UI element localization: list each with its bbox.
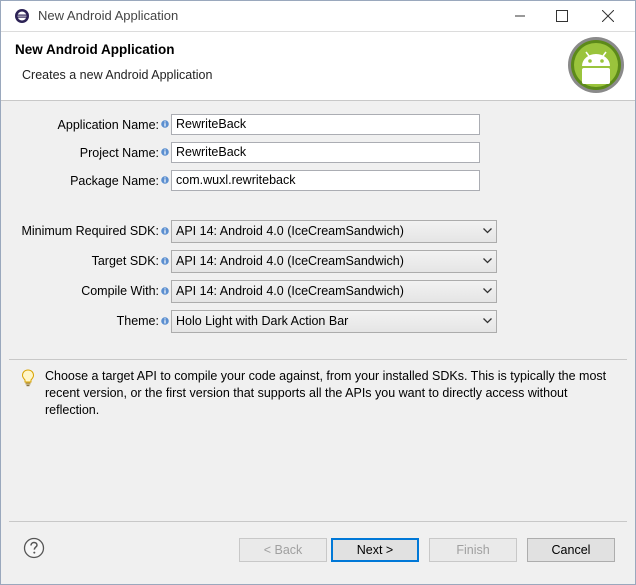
compile-with-value: API 14: Android 4.0 (IceCreamSandwich) bbox=[176, 284, 404, 298]
minimize-icon bbox=[515, 15, 525, 17]
maximize-icon bbox=[556, 10, 568, 22]
info-icon bbox=[161, 257, 169, 265]
target-sdk-label: Target SDK: bbox=[91, 254, 159, 268]
info-icon bbox=[161, 176, 169, 184]
hint-text: Choose a target API to compile your code… bbox=[45, 369, 607, 417]
app-name-input[interactable]: RewriteBack bbox=[171, 114, 480, 135]
project-name-input[interactable]: RewriteBack bbox=[171, 142, 480, 163]
info-icon bbox=[161, 287, 169, 295]
project-name-row: Project Name: RewriteBack bbox=[1, 142, 635, 164]
finish-button[interactable]: Finish bbox=[429, 538, 517, 562]
chevron-down-icon bbox=[483, 258, 492, 264]
target-sdk-value: API 14: Android 4.0 (IceCreamSandwich) bbox=[176, 254, 404, 268]
min-sdk-value: API 14: Android 4.0 (IceCreamSandwich) bbox=[176, 224, 404, 238]
help-icon[interactable] bbox=[23, 537, 45, 559]
compile-with-row: Compile With: API 14: Android 4.0 (IceCr… bbox=[1, 280, 635, 303]
back-button[interactable]: < Back bbox=[239, 538, 327, 562]
eclipse-icon bbox=[15, 9, 29, 23]
wizard-header: New Android Application Creates a new An… bbox=[1, 32, 635, 101]
close-icon bbox=[602, 10, 614, 22]
close-button[interactable] bbox=[585, 1, 631, 31]
page-title: New Android Application bbox=[15, 42, 175, 57]
min-sdk-row: Minimum Required SDK: API 14: Android 4.… bbox=[1, 220, 635, 243]
theme-label: Theme: bbox=[116, 314, 159, 328]
target-sdk-row: Target SDK: API 14: Android 4.0 (IceCrea… bbox=[1, 250, 635, 273]
min-sdk-select[interactable]: API 14: Android 4.0 (IceCreamSandwich) bbox=[171, 220, 497, 243]
app-name-row: Application Name: RewriteBack bbox=[1, 114, 635, 136]
chevron-down-icon bbox=[483, 288, 492, 294]
info-icon bbox=[161, 227, 169, 235]
package-name-row: Package Name: com.wuxl.rewriteback bbox=[1, 170, 635, 192]
theme-value: Holo Light with Dark Action Bar bbox=[176, 314, 349, 328]
compile-with-select[interactable]: API 14: Android 4.0 (IceCreamSandwich) bbox=[171, 280, 497, 303]
project-name-label: Project Name: bbox=[79, 146, 159, 160]
theme-row: Theme: Holo Light with Dark Action Bar bbox=[1, 310, 635, 333]
next-button[interactable]: Next > bbox=[331, 538, 419, 562]
window-title: New Android Application bbox=[38, 8, 179, 23]
divider bbox=[9, 359, 627, 360]
target-sdk-select[interactable]: API 14: Android 4.0 (IceCreamSandwich) bbox=[171, 250, 497, 273]
package-name-input[interactable]: com.wuxl.rewriteback bbox=[171, 170, 480, 191]
minimize-button[interactable] bbox=[497, 1, 543, 31]
min-sdk-label: Minimum Required SDK: bbox=[21, 224, 159, 238]
info-icon bbox=[161, 120, 169, 128]
cancel-button[interactable]: Cancel bbox=[527, 538, 615, 562]
title-bar[interactable]: New Android Application bbox=[1, 1, 635, 32]
page-subtitle: Creates a new Android Application bbox=[22, 68, 213, 82]
chevron-down-icon bbox=[483, 228, 492, 234]
dialog-window: New Android Application New Android Appl… bbox=[0, 0, 636, 585]
maximize-button[interactable] bbox=[539, 1, 585, 31]
theme-select[interactable]: Holo Light with Dark Action Bar bbox=[171, 310, 497, 333]
lightbulb-icon bbox=[21, 369, 35, 387]
chevron-down-icon bbox=[483, 318, 492, 324]
info-icon bbox=[161, 317, 169, 325]
info-icon bbox=[161, 148, 169, 156]
package-name-label: Package Name: bbox=[70, 174, 159, 188]
app-name-label: Application Name: bbox=[57, 118, 159, 132]
android-logo bbox=[568, 37, 624, 93]
divider bbox=[9, 521, 627, 522]
compile-with-label: Compile With: bbox=[81, 284, 159, 298]
